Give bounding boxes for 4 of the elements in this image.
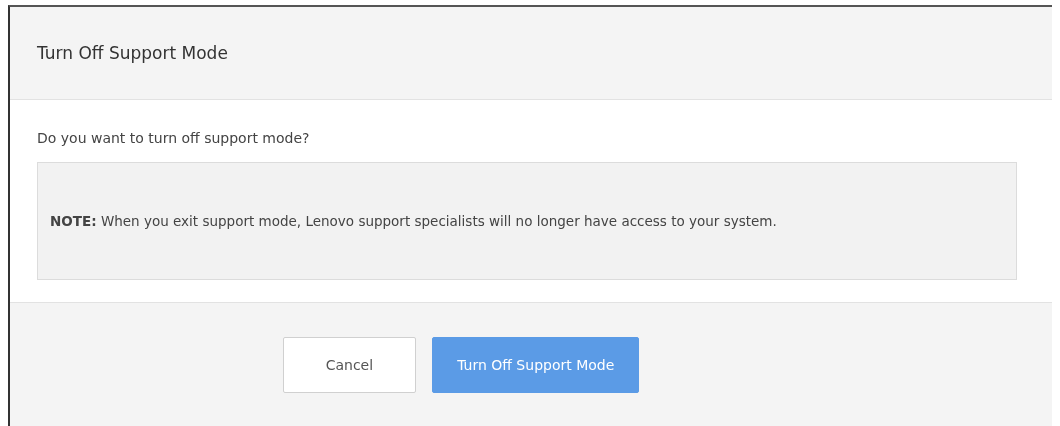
dialog-title: Turn Off Support Mode: [37, 43, 228, 63]
cancel-button[interactable]: Cancel: [282, 336, 417, 393]
note-text: NOTE: When you exit support mode, Lenovo support specialists will no longer have access to your system.: [50, 212, 778, 231]
question-text: Do you want to turn off support mode?: [37, 130, 311, 146]
